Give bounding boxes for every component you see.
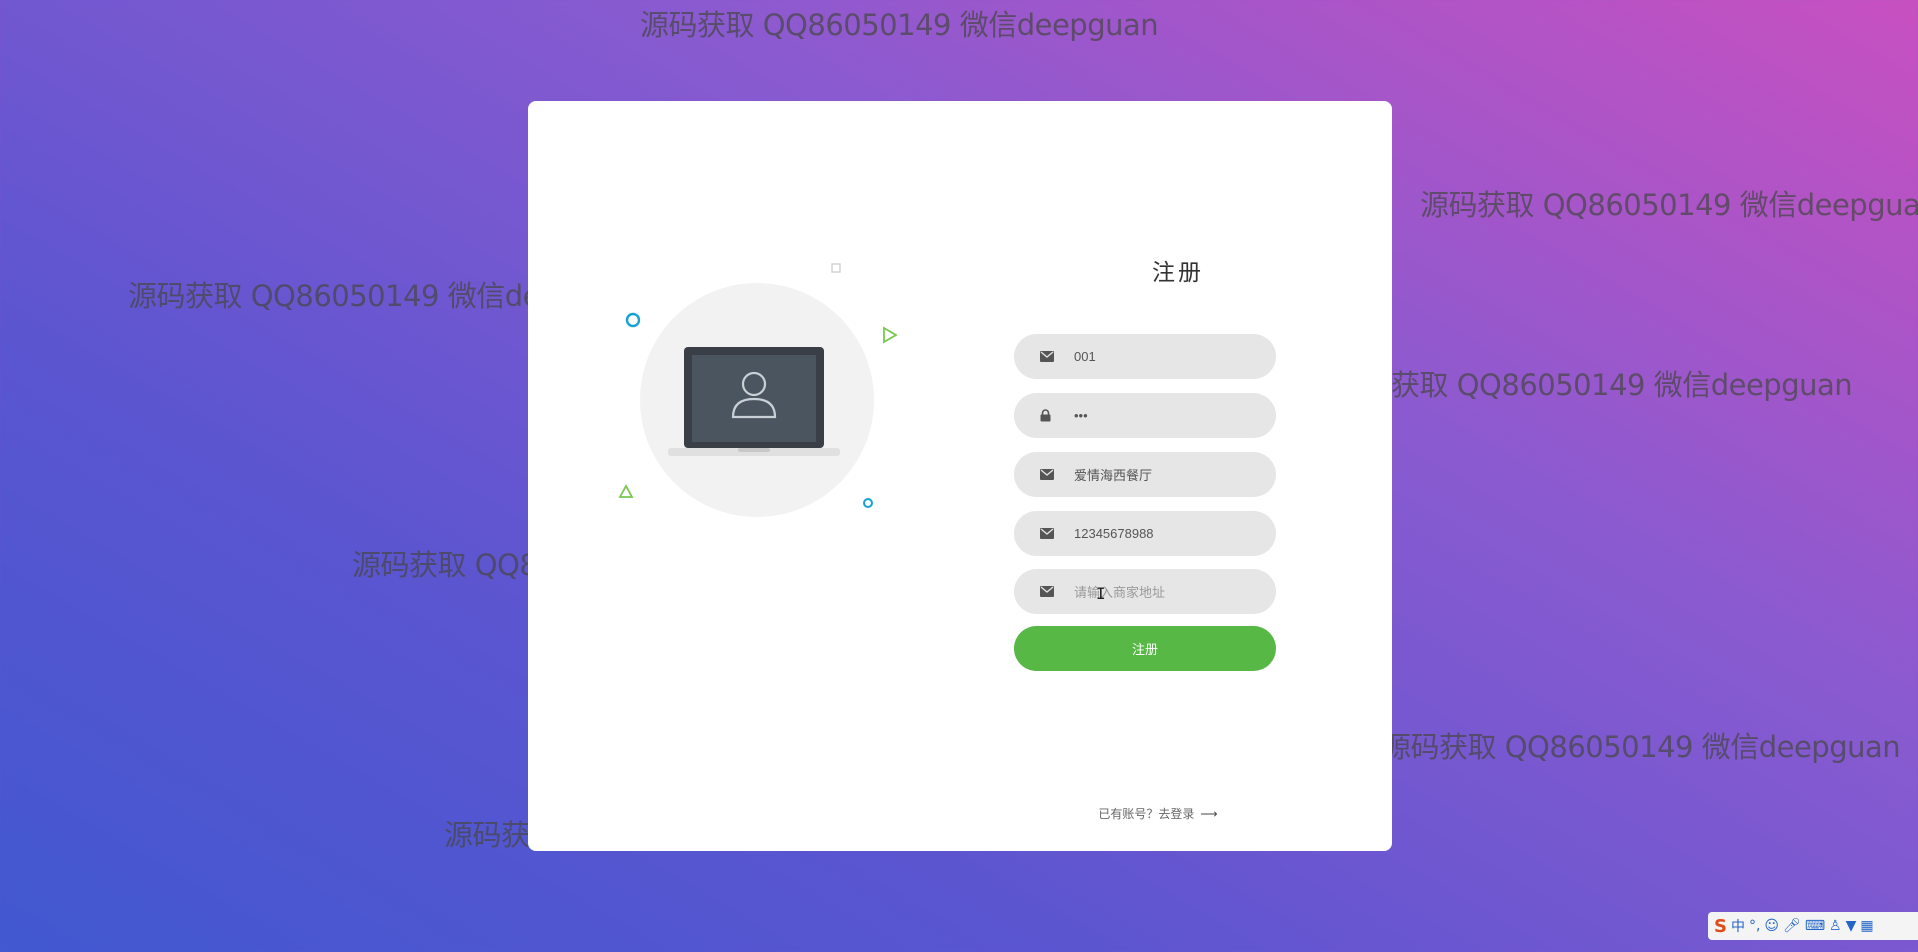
emoji-icon[interactable]: ☺: [1764, 918, 1779, 934]
watermark-text: 源码获取 QQ86050149 微信deepguan: [1420, 188, 1918, 222]
watermark-text: 源码获取 QQ86050149 微信deepguan: [1334, 368, 1853, 402]
address-placeholder: 请输入商家地址: [1074, 585, 1166, 600]
shirt-icon[interactable]: ▼: [1846, 918, 1857, 934]
shop-name-field[interactable]: 爱情海西餐厅: [1014, 452, 1276, 497]
password-value: •••: [1074, 408, 1088, 423]
keyboard-icon[interactable]: ⌨: [1805, 918, 1825, 934]
envelope-icon: [1040, 528, 1072, 539]
account-field[interactable]: 001: [1014, 334, 1276, 379]
phone-value: 12345678988: [1074, 526, 1154, 541]
envelope-icon: [1040, 586, 1072, 597]
ime-mode-toggle[interactable]: 中: [1731, 916, 1745, 936]
ime-logo-icon[interactable]: S: [1714, 916, 1727, 937]
envelope-icon: [1040, 469, 1072, 480]
password-field[interactable]: •••: [1014, 393, 1276, 438]
account-value: 001: [1074, 349, 1096, 364]
ime-toolbar: S 中 °, ☺ 🎤︎ ⌨ ♙ ▼ ▦: [1708, 912, 1918, 940]
form-title: 注册: [1152, 260, 1204, 286]
mic-icon[interactable]: 🎤︎: [1783, 918, 1801, 934]
watermark-text: 源码获取 QQ86050149 微信deepguan: [640, 8, 1159, 42]
lock-icon: [1040, 409, 1072, 422]
punctuation-toggle[interactable]: °,: [1749, 918, 1760, 934]
register-button[interactable]: 注册: [1014, 626, 1276, 671]
user-icon[interactable]: ♙: [1829, 918, 1842, 934]
grid-icon[interactable]: ▦: [1860, 918, 1873, 934]
register-card: 注册 001 ••• 爱情海西餐厅 12345678988 请输入商家地址 注册…: [528, 101, 1392, 851]
envelope-icon: [1040, 351, 1072, 362]
go-login-link[interactable]: 已有账号？去登录 ⟶: [1088, 805, 1228, 822]
arrow-right-icon: ⟶: [1200, 807, 1218, 821]
shop-name-value: 爱情海西餐厅: [1074, 468, 1153, 483]
phone-field[interactable]: 12345678988: [1014, 511, 1276, 556]
go-login-label: 已有账号？去登录: [1098, 807, 1195, 821]
address-field[interactable]: 请输入商家地址: [1014, 569, 1276, 614]
watermark-text: 源码获取 QQ86050149 微信deepguan: [1382, 730, 1901, 764]
